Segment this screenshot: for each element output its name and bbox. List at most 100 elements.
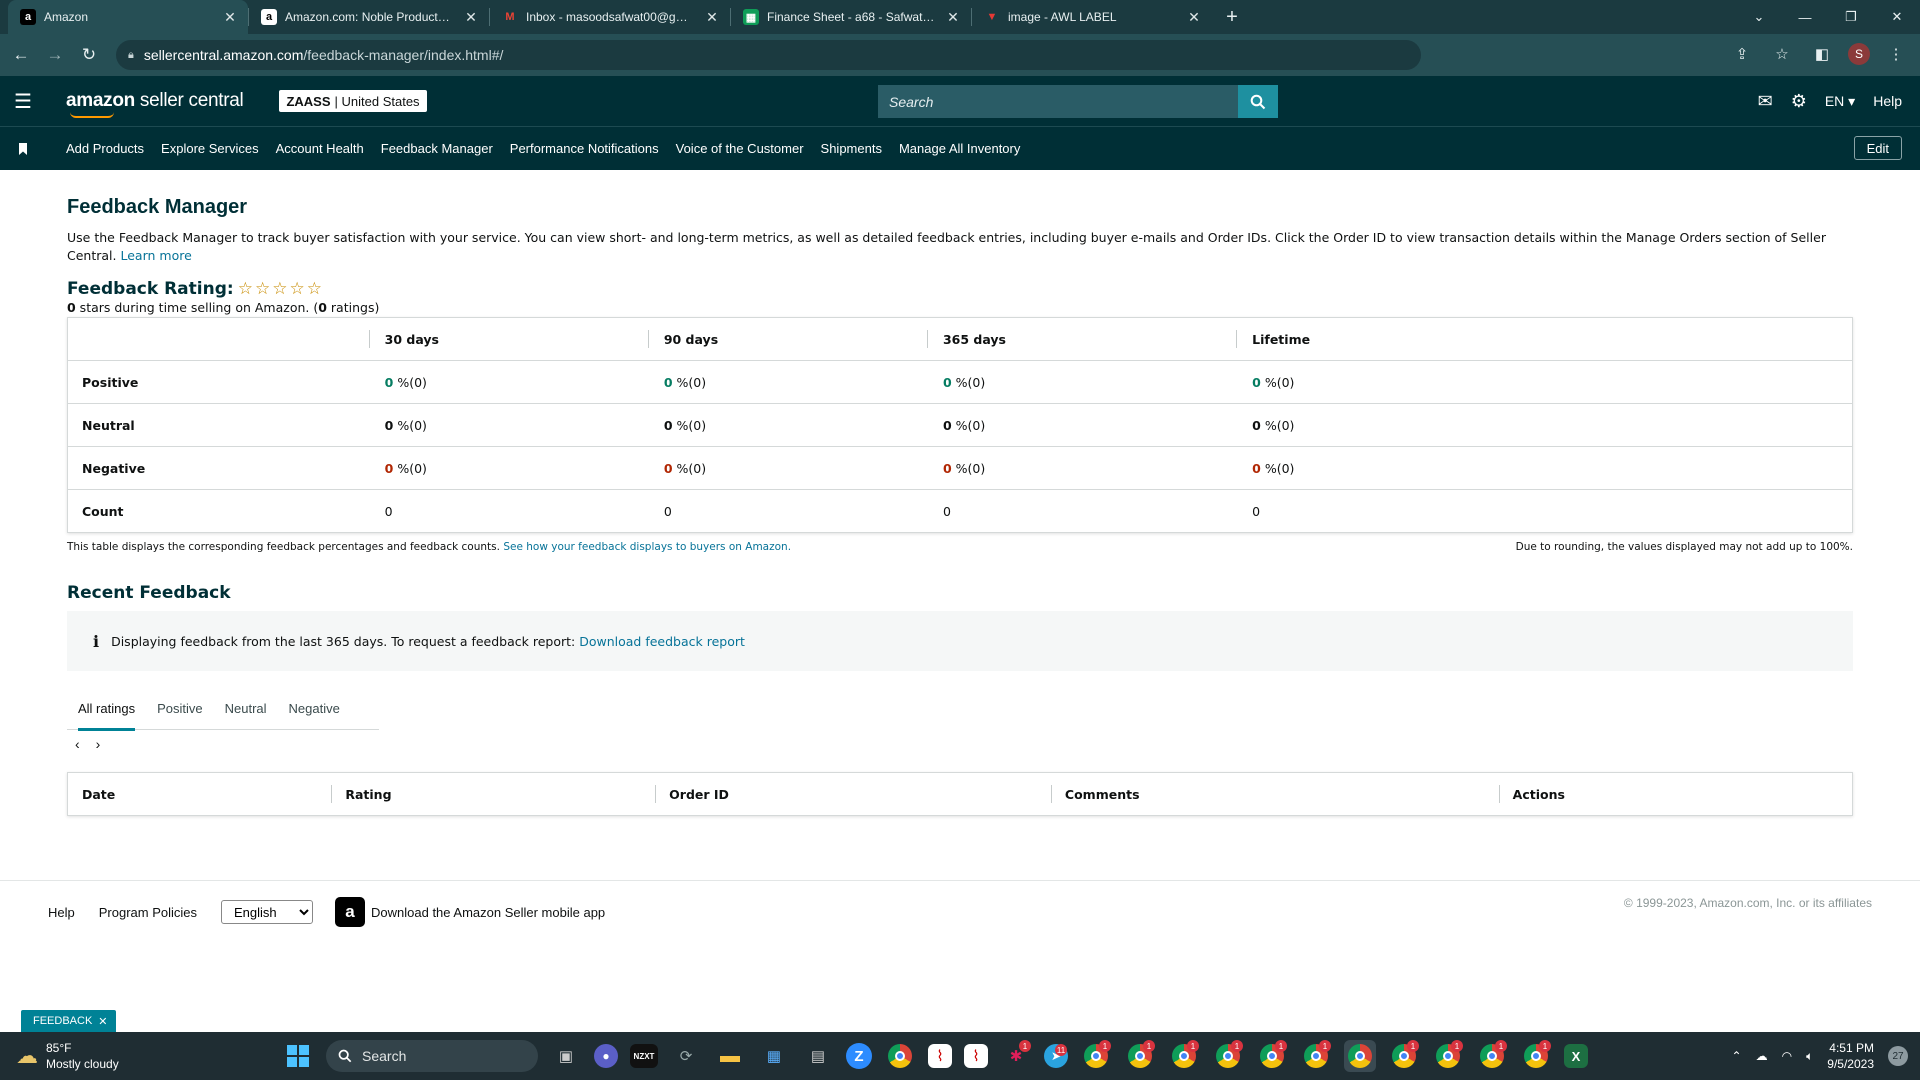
notification-count[interactable]: 27 bbox=[1888, 1046, 1908, 1066]
chevron-up-icon[interactable]: ⌃ bbox=[1732, 1049, 1742, 1063]
feedback-display-link[interactable]: See how your feedback displays to buyers… bbox=[503, 541, 791, 553]
download-feedback-report-link[interactable]: Download feedback report bbox=[579, 634, 745, 649]
nav-link-performance-notifications[interactable]: Performance Notifications bbox=[510, 141, 659, 156]
excel-icon[interactable]: X bbox=[1564, 1044, 1588, 1068]
tab-close-icon[interactable]: ✕ bbox=[945, 9, 961, 26]
chart-app-icon-2[interactable]: ⌇ bbox=[964, 1044, 988, 1068]
new-tab-button[interactable]: + bbox=[1218, 3, 1246, 31]
chart-app-icon[interactable]: ⌇ bbox=[928, 1044, 952, 1068]
back-button[interactable]: ← bbox=[8, 42, 34, 68]
tab-negative[interactable]: Negative bbox=[278, 687, 351, 730]
browser-tab[interactable]: a Amazon ✕ bbox=[8, 0, 248, 34]
tab-close-icon[interactable]: ✕ bbox=[463, 9, 479, 26]
chrome-icon[interactable] bbox=[884, 1040, 916, 1072]
wifi-icon[interactable]: ◠ bbox=[1782, 1049, 1792, 1063]
metrics-header-row: 30 days 90 days 365 days Lifetime bbox=[68, 318, 1853, 361]
column-label: Actions bbox=[1512, 786, 1565, 802]
windows-start-icon[interactable] bbox=[282, 1040, 314, 1072]
profile-avatar[interactable]: S bbox=[1848, 43, 1870, 65]
search-input[interactable] bbox=[878, 85, 1238, 118]
browser-tab[interactable]: a Amazon.com: Noble Products KF ✕ bbox=[249, 0, 489, 34]
chrome-profile-icon-9[interactable]: 1 bbox=[1432, 1040, 1464, 1072]
feedback-button[interactable]: FEEDBACK ✕ bbox=[21, 1010, 116, 1032]
share-icon[interactable]: ⇪ bbox=[1728, 40, 1756, 68]
nav-link-explore-services[interactable]: Explore Services bbox=[161, 141, 259, 156]
tab-close-icon[interactable]: ✕ bbox=[1186, 9, 1202, 26]
search-icon[interactable] bbox=[1238, 85, 1278, 118]
app-sync-icon[interactable]: ⟳ bbox=[670, 1040, 702, 1072]
footer-help-link[interactable]: Help bbox=[48, 905, 75, 920]
slack-icon[interactable]: ✱ 1 bbox=[1000, 1040, 1032, 1072]
reload-button[interactable]: ↻ bbox=[76, 42, 102, 68]
tab-positive[interactable]: Positive bbox=[146, 687, 214, 730]
nav-link-shipments[interactable]: Shipments bbox=[821, 141, 882, 156]
browser-tab[interactable]: M Inbox - masoodsafwat00@gmail. ✕ bbox=[490, 0, 730, 34]
seller-app-download[interactable]: a Download the Amazon Seller mobile app bbox=[335, 897, 605, 927]
hamburger-menu-icon[interactable]: ☰ bbox=[0, 76, 46, 126]
help-link[interactable]: Help bbox=[1873, 93, 1902, 109]
chrome-profile-icon-11[interactable]: 1 bbox=[1520, 1040, 1552, 1072]
chrome-profile-icon-3[interactable]: 1 bbox=[1168, 1040, 1200, 1072]
restore-button[interactable]: ❐ bbox=[1828, 0, 1874, 34]
chrome-profile-icon-2[interactable]: 1 bbox=[1124, 1040, 1156, 1072]
settings-gear-icon[interactable]: ⚙ bbox=[1791, 91, 1807, 112]
metrics-cell: 0 %(0) bbox=[368, 403, 648, 447]
footer-program-policies-link[interactable]: Program Policies bbox=[99, 905, 197, 920]
tab-close-icon[interactable]: ✕ bbox=[704, 9, 720, 26]
nav-link-manage-all-inventory[interactable]: Manage All Inventory bbox=[899, 141, 1020, 156]
close-icon[interactable]: ✕ bbox=[98, 1015, 107, 1028]
nav-link-feedback-manager[interactable]: Feedback Manager bbox=[381, 141, 493, 156]
url-bar[interactable]: 🔒︎ sellercentral.amazon.com/feedback-man… bbox=[116, 40, 1421, 70]
chevron-right-icon[interactable]: › bbox=[96, 736, 101, 752]
store-switcher[interactable]: ZAASS | United States bbox=[279, 90, 427, 112]
minimize-button[interactable]: — bbox=[1782, 0, 1828, 34]
mail-icon[interactable]: ✉ bbox=[1758, 91, 1773, 112]
main-content: Feedback Manager Use the Feedback Manage… bbox=[67, 170, 1853, 816]
teams-chat-icon[interactable]: ● bbox=[594, 1044, 618, 1068]
tab-close-icon[interactable]: ✕ bbox=[222, 9, 238, 26]
taskbar-search[interactable]: Search bbox=[326, 1040, 538, 1072]
forward-button[interactable]: → bbox=[42, 42, 68, 68]
calculator-icon[interactable]: ▤ bbox=[802, 1040, 834, 1072]
side-panel-icon[interactable]: ◧ bbox=[1808, 40, 1836, 68]
chrome-profile-icon-5[interactable]: 1 bbox=[1256, 1040, 1288, 1072]
tab-search-icon[interactable]: ⌄ bbox=[1736, 0, 1782, 34]
language-selector[interactable]: EN ▾ bbox=[1825, 93, 1855, 110]
nav-link-add-products[interactable]: Add Products bbox=[66, 141, 144, 156]
close-window-button[interactable]: ✕ bbox=[1874, 0, 1920, 34]
time: 4:51 PM bbox=[1829, 1041, 1874, 1055]
chrome-profile-icon-6[interactable]: 1 bbox=[1300, 1040, 1332, 1072]
tab-all-ratings[interactable]: All ratings bbox=[67, 687, 146, 731]
footer-language-select[interactable]: English bbox=[221, 900, 314, 924]
nzxt-icon[interactable]: NZXT bbox=[630, 1044, 658, 1068]
browser-tab[interactable]: ▼ image - AWL LABEL ✕ bbox=[972, 0, 1212, 34]
edit-nav-button[interactable]: Edit bbox=[1853, 136, 1902, 160]
onedrive-icon[interactable]: ☁ bbox=[1756, 1049, 1768, 1063]
browser-tab[interactable]: ▦ Finance Sheet - a68 - Safwat (San ✕ bbox=[731, 0, 971, 34]
nav-link-account-health[interactable]: Account Health bbox=[276, 141, 364, 156]
chrome-profile-icon-4[interactable]: 1 bbox=[1212, 1040, 1244, 1072]
bookmark-icon[interactable] bbox=[0, 142, 46, 155]
calendar-app-icon[interactable]: ▦ bbox=[758, 1040, 790, 1072]
bookmark-star-icon[interactable]: ☆ bbox=[1768, 40, 1796, 68]
chevron-left-icon[interactable]: ‹ bbox=[75, 736, 80, 752]
telegram-icon[interactable]: ➤ 11 bbox=[1044, 1044, 1068, 1068]
task-view-icon[interactable]: ▣ bbox=[550, 1040, 582, 1072]
recent-feedback-table: Date Rating Order ID Comments Actions bbox=[67, 772, 1853, 816]
chrome-profile-icon-8[interactable]: 1 bbox=[1388, 1040, 1420, 1072]
browser-menu-icon[interactable]: ⋮ bbox=[1882, 40, 1910, 68]
weather-widget[interactable]: ☁ 85°F Mostly cloudy bbox=[16, 1040, 119, 1072]
learn-more-link[interactable]: Learn more bbox=[120, 248, 191, 263]
tab-neutral[interactable]: Neutral bbox=[214, 687, 278, 730]
chrome-profile-icon-10[interactable]: 1 bbox=[1476, 1040, 1508, 1072]
clock[interactable]: 4:51 PM 9/5/2023 bbox=[1827, 1040, 1874, 1072]
seller-central-logo[interactable]: amazon seller central bbox=[66, 90, 244, 118]
chrome-profile-icon-1[interactable]: 1 bbox=[1080, 1040, 1112, 1072]
nav-link-voice-of-the-customer[interactable]: Voice of the Customer bbox=[676, 141, 804, 156]
file-explorer-icon[interactable]: ▬ bbox=[714, 1040, 746, 1072]
copyright: © 1999-2023, Amazon.com, Inc. or its aff… bbox=[1623, 896, 1872, 910]
zoom-app-icon[interactable]: Z bbox=[846, 1043, 872, 1069]
chrome-profile-icon-7[interactable] bbox=[1344, 1040, 1376, 1072]
volume-icon[interactable]: 🔈︎ bbox=[1806, 1049, 1813, 1064]
tab-title: image - AWL LABEL bbox=[1008, 10, 1117, 24]
